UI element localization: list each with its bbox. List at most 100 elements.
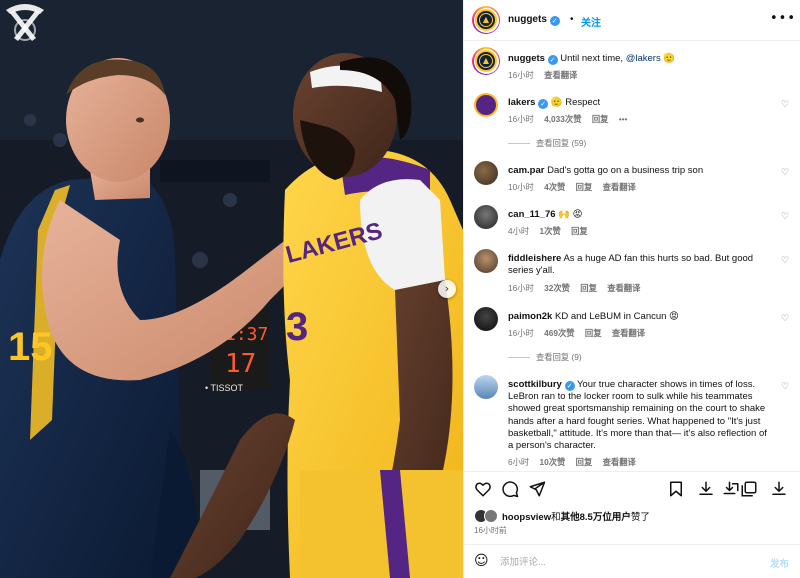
comment-body: KD and LeBUM in Cancun 😡	[555, 311, 679, 322]
reply-button[interactable]: 回复	[592, 114, 609, 124]
comment-body-line: LeBron ran to the locker room to sulk wh…	[508, 391, 753, 403]
bookmark-save-icon[interactable]	[667, 480, 685, 498]
comment-username[interactable]: cam.par	[508, 165, 544, 176]
more-options-icon[interactable]: •••	[619, 114, 628, 124]
timestamp[interactable]: 4小时	[508, 226, 529, 236]
avatar	[475, 50, 497, 72]
sponsor-text: • TISSOT	[205, 383, 243, 393]
story-ring[interactable]	[472, 47, 500, 75]
username-text[interactable]: nuggets	[508, 14, 547, 25]
timestamp[interactable]: 16小时	[508, 114, 534, 124]
see-translation-link[interactable]: 查看翻译	[607, 283, 640, 293]
liker-avatar[interactable]	[484, 509, 498, 523]
comment-meta: 16小时 32次赞 回复 查看翻译	[508, 282, 648, 294]
post-comment-button[interactable]: 发布	[770, 556, 789, 570]
comment-bubble-icon[interactable]	[501, 480, 519, 498]
comment-body: Your true character shows in times of lo…	[576, 379, 756, 390]
caption-username[interactable]: nuggets	[508, 53, 545, 64]
comment-text: scottkilbury ✓ Your true character shows…	[508, 379, 783, 452]
caption-meta: 16小时 查看翻译	[508, 69, 585, 81]
likes-count[interactable]: 1次赞	[540, 226, 561, 236]
avatar	[475, 9, 497, 31]
others-likes-link[interactable]: 其他8.5万位用户	[561, 512, 631, 523]
see-translation-link[interactable]: 查看翻译	[612, 328, 645, 338]
like-heart-icon[interactable]: ♡	[781, 212, 791, 222]
likes-count[interactable]: 10次赞	[540, 457, 566, 467]
timestamp[interactable]: 6小时	[508, 457, 529, 467]
see-translation-link[interactable]: 查看翻译	[544, 70, 577, 80]
comment-username[interactable]: can_11_76	[508, 209, 556, 220]
view-replies-button[interactable]: 查看回复 (9)	[508, 351, 582, 363]
reply-button[interactable]: 回复	[576, 457, 593, 467]
comment-username[interactable]: lakers	[508, 97, 535, 108]
like-heart-icon[interactable]	[474, 480, 492, 498]
comment-body-line: hands after a hard fought series. What h…	[508, 415, 761, 427]
like-heart-icon[interactable]: ♡	[781, 168, 791, 178]
timestamp[interactable]: 16小时	[508, 283, 534, 293]
download-icon[interactable]	[697, 480, 715, 498]
likes-count[interactable]: 32次赞	[544, 283, 570, 293]
likes-count[interactable]: 4,033次赞	[544, 114, 581, 124]
comment-body-line: showed great sportsmanship remaining on …	[508, 403, 766, 415]
reply-button[interactable]: 回复	[580, 283, 597, 293]
verified-badge-icon: ✓	[538, 99, 549, 109]
timestamp[interactable]: 10小时	[508, 182, 534, 192]
comment-meta: 16小时 469次赞 回复 查看翻译	[508, 327, 653, 339]
comment-text: can_11_76 🙌 😡	[508, 209, 583, 221]
comments-list[interactable]: nuggets ✓ Until next time, @lakers 🫡 16小…	[464, 41, 800, 471]
post-photo: 1:37 17 • TISSOT 15 LAKERS 3 ›	[0, 0, 463, 578]
likes-count[interactable]: 4次赞	[544, 182, 565, 192]
comment-text: lakers ✓ 🫡 Respect	[508, 97, 600, 109]
follow-button[interactable]: 关注	[581, 14, 601, 29]
action-bar	[464, 471, 800, 505]
more-options-icon[interactable]: •••	[770, 11, 796, 26]
like-heart-icon[interactable]: ♡	[781, 382, 791, 392]
likes-count[interactable]: 469次赞	[544, 328, 574, 338]
comment-text: paimon2k KD and LeBUM in Cancun 😡	[508, 311, 679, 323]
emoji-picker-icon[interactable]: ☺	[474, 553, 489, 569]
like-heart-icon[interactable]: ♡	[781, 100, 791, 110]
comment-meta: 6小时 10次赞 回复 查看翻译	[508, 456, 644, 468]
see-translation-link[interactable]: 查看翻译	[603, 457, 636, 467]
comment-body: 🫡 Respect	[550, 97, 601, 108]
story-ring[interactable]	[472, 6, 500, 34]
timestamp[interactable]: 16小时	[508, 328, 534, 338]
salute-emoji: 🫡	[663, 53, 676, 64]
like-heart-icon[interactable]: ♡	[781, 314, 791, 324]
avatar[interactable]	[474, 161, 498, 185]
post-detail-panel: nuggets ✓ • 关注 ••• nuggets ✓ Until next …	[463, 0, 800, 578]
like-heart-icon[interactable]: ♡	[781, 256, 791, 266]
mention-link[interactable]: @lakers	[626, 53, 661, 64]
download-arrow-icon[interactable]	[770, 480, 788, 498]
comment-body-continued: series y'all.	[508, 265, 555, 277]
comment-username[interactable]: fiddleishere	[508, 253, 561, 264]
header-username[interactable]: nuggets ✓	[508, 14, 560, 26]
download-all-icon[interactable]	[722, 480, 740, 498]
comment-username[interactable]: scottkilbury	[508, 379, 562, 390]
reply-button[interactable]: 回复	[576, 182, 593, 192]
comment-meta: 16小时 4,033次赞 回复 •••	[508, 113, 635, 125]
reply-button[interactable]: 回复	[585, 328, 602, 338]
photo-illustration: 1:37 17 • TISSOT 15 LAKERS 3	[0, 0, 463, 578]
comment-username[interactable]: paimon2k	[508, 311, 552, 322]
comment-meta: 4小时 1次赞 回复	[508, 225, 596, 237]
next-image-button[interactable]: ›	[438, 280, 456, 298]
avatar[interactable]	[474, 205, 498, 229]
avatar[interactable]	[474, 307, 498, 331]
view-replies-button[interactable]: 查看回复 (59)	[508, 137, 586, 149]
copy-layers-icon[interactable]	[740, 480, 758, 498]
comment-body: As a huge AD fan this hurts so bad. But …	[563, 253, 754, 264]
see-translation-link[interactable]: 查看翻译	[603, 182, 636, 192]
reply-button[interactable]: 回复	[571, 226, 588, 236]
verified-badge-icon: ✓	[547, 55, 558, 65]
timestamp[interactable]: 16小时	[508, 70, 534, 80]
comment-input[interactable]	[500, 553, 740, 571]
add-comment-bar: ☺ 发布	[464, 544, 800, 578]
post-timestamp[interactable]: 16小时前	[474, 525, 507, 536]
avatar[interactable]	[474, 249, 498, 273]
liker-username[interactable]: hoopsview	[502, 512, 551, 523]
caption-text: nuggets ✓ Until next time, @lakers 🫡	[508, 53, 675, 65]
share-send-icon[interactable]	[528, 480, 546, 498]
avatar[interactable]	[474, 93, 498, 117]
avatar[interactable]	[474, 375, 498, 399]
